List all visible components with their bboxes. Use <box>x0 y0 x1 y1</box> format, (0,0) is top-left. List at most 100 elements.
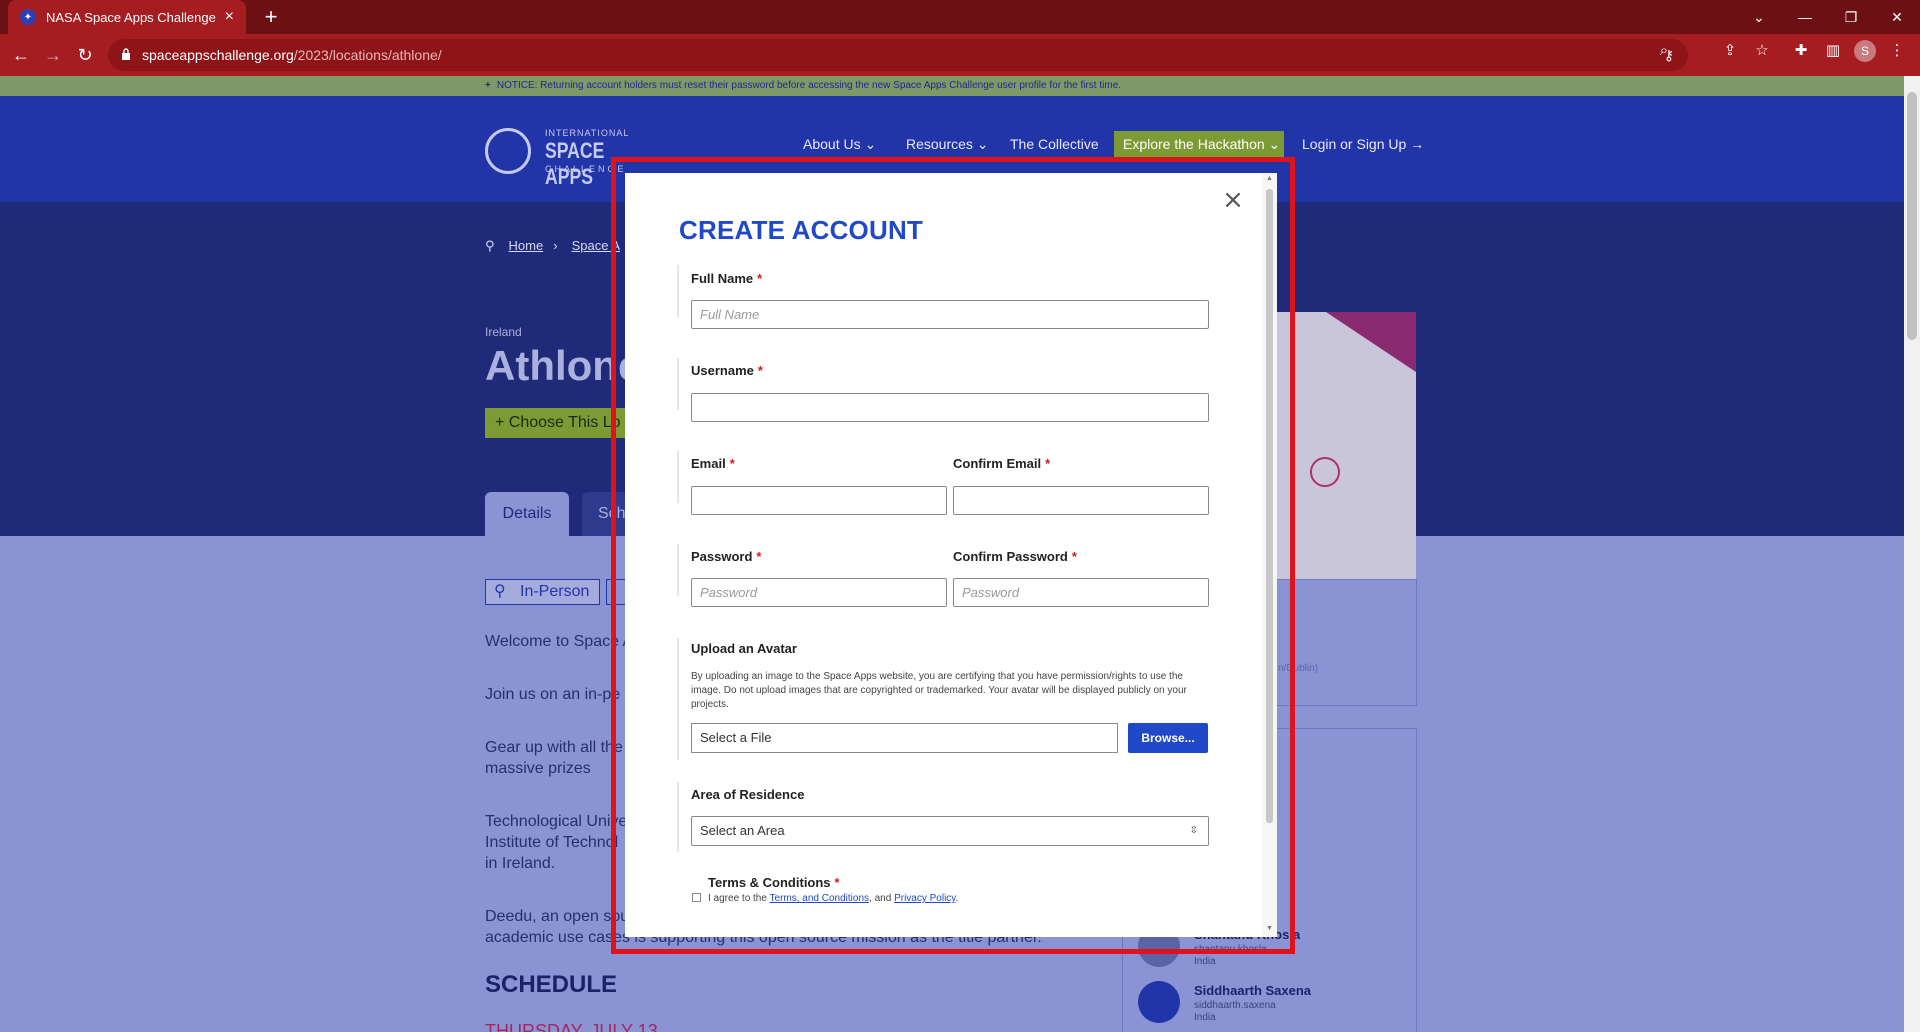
full-name-group <box>677 265 679 317</box>
person-country: India <box>1194 956 1216 967</box>
confirm-email-label: Confirm Email * <box>953 456 1051 471</box>
university-line-2: Institute of Technol <box>485 834 619 851</box>
side-panel-icon[interactable]: ▥ <box>1822 40 1844 62</box>
tab-details[interactable]: Details <box>485 492 569 536</box>
nav-about-us[interactable]: About Us ⌄ <box>803 136 876 153</box>
browser-tab[interactable]: ✦ NASA Space Apps Challenge × <box>8 0 246 34</box>
nav-login-signup[interactable]: Login or Sign Up → <box>1302 136 1424 152</box>
person-country: India <box>1194 1012 1216 1023</box>
lock-icon <box>122 48 130 60</box>
close-icon[interactable]: × <box>1221 187 1245 213</box>
in-person-tag: ⚲ In-Person <box>485 579 600 605</box>
restore-icon[interactable]: ❐ <box>1828 0 1874 34</box>
address-bar[interactable]: spaceappschallenge.org/2023/locations/at… <box>108 39 1688 71</box>
map-location-marker <box>1310 457 1340 487</box>
file-select-field[interactable]: Select a File <box>691 723 1118 753</box>
chevron-up-down-icon: ⇳ <box>1189 825 1198 836</box>
terms-checkbox[interactable] <box>692 893 701 902</box>
forward-icon[interactable]: → <box>40 42 66 68</box>
area-select-value: Select an Area <box>700 823 785 838</box>
map-decoration <box>1326 312 1416 372</box>
zoom-icon[interactable]: ⌕ <box>1653 40 1675 62</box>
modal-scrollbar-thumb[interactable] <box>1266 189 1273 823</box>
breadcrumb: ⚲ Home › Space A <box>485 238 630 254</box>
avatar-group <box>677 638 679 760</box>
email-group <box>677 451 679 503</box>
choose-location-button[interactable]: + Choose This Lo <box>485 408 635 438</box>
browser-tab-bar: ✦ NASA Space Apps Challenge × + ⌄ — ❐ ✕ <box>0 0 1920 34</box>
confirm-password-field[interactable] <box>953 578 1209 607</box>
location-map-image <box>1270 312 1416 612</box>
area-select[interactable]: Select an Area ⇳ <box>691 816 1209 846</box>
terms-agreement-text: I agree to the Terms, and Conditions, an… <box>708 893 958 904</box>
space-apps-favicon-icon: ✦ <box>20 9 36 25</box>
bookmark-star-icon[interactable]: ☆ <box>1751 40 1773 62</box>
email-field[interactable] <box>691 486 947 515</box>
terms-label: Terms & Conditions * <box>708 875 840 890</box>
confirm-password-label: Confirm Password * <box>953 549 1077 564</box>
schedule-heading: SCHEDULE <box>485 971 618 998</box>
url-host: spaceappschallenge.org <box>142 47 294 63</box>
timezone-text: n/Dublin) <box>1278 663 1319 674</box>
menu-kebab-icon[interactable]: ⋮ <box>1886 40 1908 62</box>
avatar-help-text: By uploading an image to the Space Apps … <box>691 671 1187 710</box>
modal-title: CREATE ACCOUNT <box>679 215 924 245</box>
breadcrumb-home[interactable]: Home <box>509 238 544 253</box>
join-paragraph: Join us on an in-pe <box>485 686 621 703</box>
browser-toolbar: ← → ↻ spaceappschallenge.org/2023/locati… <box>0 34 1920 76</box>
full-name-label: Full Name * <box>691 271 763 286</box>
full-name-field[interactable] <box>691 300 1209 329</box>
logo-line-1: INTERNATIONAL <box>545 128 630 138</box>
modal-scrollbar[interactable]: ▲ ▼ <box>1262 173 1277 937</box>
profile-avatar[interactable]: S <box>1854 40 1876 62</box>
logo-circle-icon <box>485 128 531 174</box>
rocket-icon: ⚲ <box>485 238 495 253</box>
new-tab-button[interactable]: + <box>258 4 284 30</box>
terms-end: . <box>955 893 959 904</box>
extensions-icon[interactable]: ✚ <box>1790 40 1812 62</box>
email-label: Email * <box>691 456 735 471</box>
university-line-1: Technological Unive <box>485 813 628 830</box>
terms-link[interactable]: Terms, and Conditions <box>770 893 870 904</box>
space-apps-logo[interactable]: INTERNATIONAL SPACE APPS CHALLENGE <box>485 118 645 189</box>
confirm-email-field[interactable] <box>953 486 1209 515</box>
notice-text: NOTICE: Returning account holders must r… <box>496 80 1122 91</box>
page-scrollbar-thumb[interactable] <box>1907 92 1917 340</box>
url-path: /2023/locations/athlone/ <box>293 47 442 63</box>
avatar-user-icon <box>1138 981 1180 1023</box>
person-username: shantanu.khosla <box>1194 944 1267 955</box>
university-paragraph: Technological Unive Institute of Technol… <box>485 811 627 874</box>
username-group <box>677 358 679 410</box>
privacy-policy-link[interactable]: Privacy Policy <box>894 893 956 904</box>
nav-the-collective[interactable]: The Collective <box>1010 136 1099 152</box>
nav-resources[interactable]: Resources ⌄ <box>906 136 989 153</box>
username-field[interactable] <box>691 393 1209 422</box>
tab-title: NASA Space Apps Challenge <box>46 9 216 25</box>
username-label: Username * <box>691 363 763 378</box>
tab-close-icon[interactable]: × <box>225 8 234 26</box>
tab-search-icon[interactable]: ⌄ <box>1736 0 1782 34</box>
gear-paragraph: Gear up with all the massive prizes <box>485 737 623 779</box>
close-window-icon[interactable]: ✕ <box>1874 0 1920 34</box>
avatar-label: Upload an Avatar <box>691 641 797 656</box>
breadcrumb-space-apps[interactable]: Space A <box>572 238 620 253</box>
password-group <box>677 544 679 596</box>
area-group <box>677 782 679 852</box>
scroll-up-icon[interactable]: ▲ <box>1265 175 1274 182</box>
browse-button[interactable]: Browse... <box>1128 723 1208 753</box>
in-person-label: In-Person <box>520 583 590 600</box>
nav-explore-hackathon[interactable]: Explore the Hackathon ⌄ <box>1114 131 1284 157</box>
gear-line-2: massive prizes <box>485 760 591 777</box>
notice-expand-icon[interactable]: + <box>485 80 491 91</box>
intro-paragraph: Welcome to Space A <box>485 633 634 650</box>
schedule-date: THURSDAY, JULY 13 <box>485 1021 658 1032</box>
back-icon[interactable]: ← <box>8 42 34 68</box>
breadcrumb-separator: › <box>553 238 558 253</box>
reload-icon[interactable]: ↻ <box>72 42 98 68</box>
logo-line-3: CHALLENGE <box>545 164 627 174</box>
scroll-down-icon[interactable]: ▼ <box>1265 925 1274 932</box>
password-field[interactable] <box>691 578 947 607</box>
share-icon[interactable]: ⇪ <box>1719 40 1741 62</box>
minimize-icon[interactable]: — <box>1782 0 1828 34</box>
create-account-modal: × CREATE ACCOUNT Full Name* Username* Em… <box>625 173 1277 937</box>
